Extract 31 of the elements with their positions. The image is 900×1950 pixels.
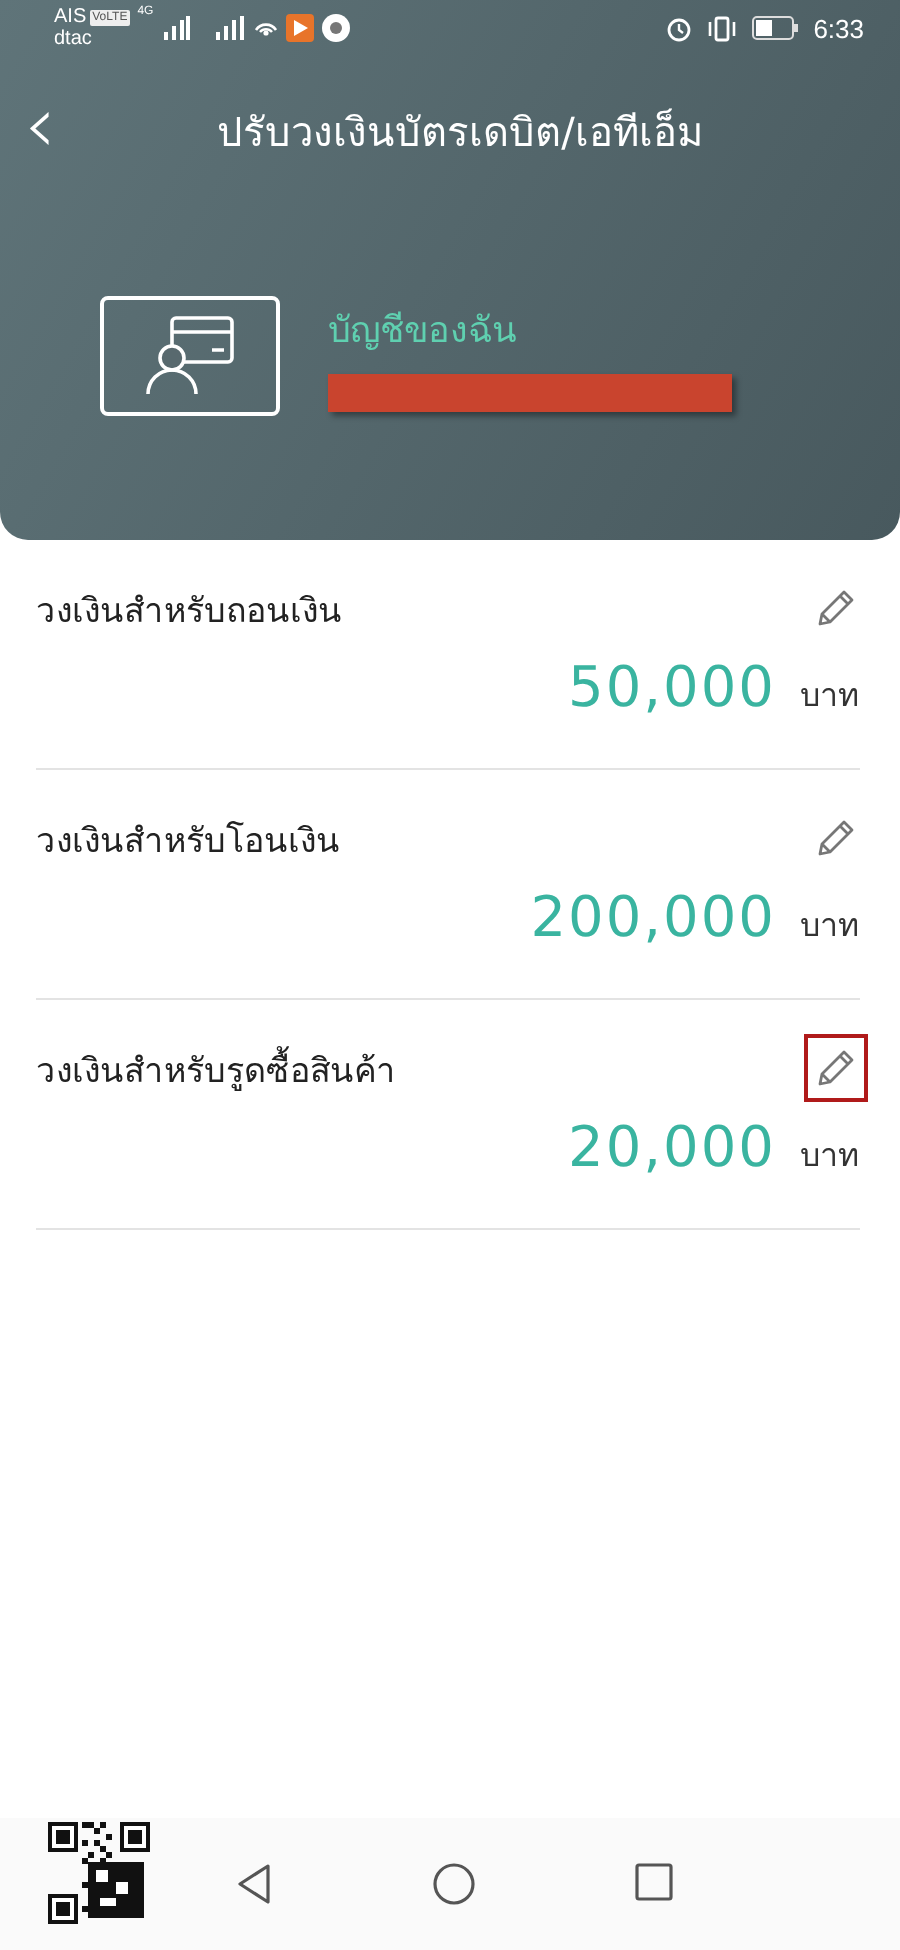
- edit-button[interactable]: [804, 1034, 868, 1102]
- pencil-icon: [814, 816, 858, 860]
- limit-amount: 50,000: [568, 654, 776, 720]
- carrier-name: AIS: [54, 6, 87, 28]
- back-button[interactable]: ‹: [24, 86, 84, 166]
- clock: 6:33: [813, 13, 864, 43]
- signal-icon: [213, 16, 246, 40]
- limit-label: วงเงินสำหรับถอนเงิน: [36, 589, 342, 633]
- alarm-icon: [665, 15, 692, 41]
- hotspot-icon: [253, 20, 278, 36]
- account-card-icon: [100, 296, 280, 416]
- carrier-name: dtac: [54, 28, 94, 50]
- recents-nav-button[interactable]: [634, 1862, 674, 1902]
- limit-amount: 200,000: [530, 884, 776, 950]
- currency-unit: บาท: [800, 1134, 860, 1178]
- pencil-icon: [814, 586, 858, 630]
- app-icon: [321, 14, 350, 42]
- limit-label: วงเงินสำหรับรูดซื้อสินค้า: [36, 1041, 396, 1095]
- signal-icon: [161, 16, 190, 40]
- limit-label: วงเงินสำหรับโอนเงิน: [36, 819, 340, 863]
- app-icon: [285, 14, 314, 42]
- back-nav-button[interactable]: [234, 1862, 274, 1906]
- currency-unit: บาท: [800, 674, 860, 718]
- account-name: บัญชีของฉัน: [328, 308, 518, 356]
- page-title: ปรับวงเงินบัตรเดบิต/เอทีเอ็ม: [215, 106, 705, 160]
- battery-icon: [751, 16, 800, 40]
- limit-amount: 20,000: [568, 1114, 776, 1180]
- currency-unit: บาท: [800, 904, 860, 948]
- home-nav-button[interactable]: [432, 1862, 476, 1906]
- vibrate-icon: [705, 15, 738, 41]
- pencil-icon: [814, 1046, 858, 1090]
